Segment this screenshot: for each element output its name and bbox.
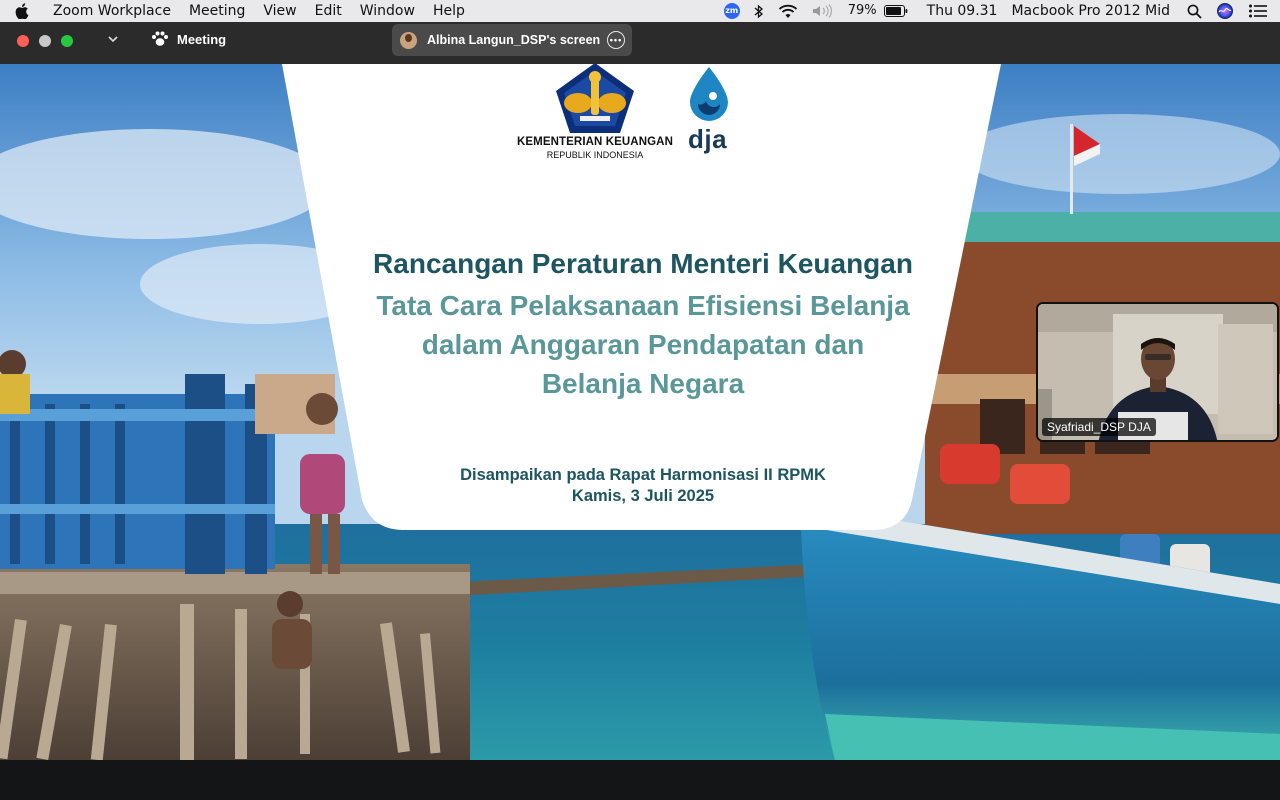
fullscreen-window-button[interactable] [61, 35, 73, 47]
menu-meeting[interactable]: Meeting [180, 0, 254, 22]
presented-at-text: Disampaikan pada Rapat Harmonisasi II RP… [460, 466, 826, 484]
close-window-button[interactable] [17, 35, 29, 47]
zoom-badge: zm [723, 3, 740, 19]
menu-window[interactable]: Window [351, 0, 424, 22]
menu-view[interactable]: View [254, 0, 305, 22]
apple-icon[interactable] [0, 3, 44, 19]
siri-icon[interactable] [1209, 2, 1241, 20]
bluetooth-icon[interactable] [747, 4, 771, 19]
logo-dja-text: dja [688, 124, 728, 154]
menu-edit[interactable]: Edit [306, 0, 351, 22]
dja-logo-drop-icon [690, 67, 728, 121]
zoom-status-icon[interactable]: zm [717, 3, 747, 19]
more-options-icon[interactable]: ••• [607, 31, 625, 49]
menu-clock[interactable]: Thu 09.31 [915, 0, 1005, 22]
spotlight-search-icon[interactable] [1177, 4, 1209, 19]
menu-help[interactable]: Help [424, 0, 474, 22]
volume-icon[interactable] [805, 4, 841, 18]
participant-name: Syafriadi_DSP DJA [1042, 418, 1156, 436]
slide-title-main: Rancangan Peraturan Menteri Keuangan [373, 248, 913, 279]
slide-title-sub: Tata Cara Pelaksanaan Efisiensi Belanja … [376, 290, 910, 399]
share-label: Albina Langun_DSP's screen [427, 33, 601, 47]
kemenkeu-logo-text: KEMENTERIAN KEUANGAN REPUBLIK INDONESIA [517, 136, 673, 160]
participant-video-thumbnail[interactable]: Syafriadi_DSP DJA [1036, 302, 1279, 442]
zoom-bottom-bar [0, 760, 1280, 800]
kemenkeu-logo [556, 64, 634, 133]
shared-screen-slide: KEMENTERIAN KEUANGAN REPUBLIK INDONESIA … [0, 64, 1280, 760]
device-name[interactable]: Macbook Pro 2012 Mid [1004, 0, 1177, 22]
logo-org-line2: REPUBLIK INDONESIA [546, 150, 644, 160]
minimize-window-button[interactable] [39, 35, 51, 47]
macos-menu-bar: Zoom Workplace Meeting View Edit Window … [0, 0, 1280, 22]
screen-share-indicator[interactable]: Albina Langun_DSP's screen ••• [392, 24, 632, 56]
chevron-down-icon[interactable] [106, 32, 120, 49]
meeting-button[interactable]: Meeting [151, 31, 226, 47]
avatar [400, 31, 417, 49]
logo-org-line1: KEMENTERIAN KEUANGAN [517, 136, 673, 148]
slide-subtitle: Disampaikan pada Rapat Harmonisasi II RP… [320, 465, 966, 507]
wifi-icon[interactable] [771, 4, 805, 19]
menu-app-name[interactable]: Zoom Workplace [44, 0, 180, 22]
battery-percent: 79% [847, 3, 877, 18]
presentation-date: Kamis, 3 Juli 2025 [571, 487, 715, 505]
zoom-title-bar: Meeting Albina Langun_DSP's screen ••• [0, 22, 1280, 64]
battery-icon[interactable] [883, 5, 915, 17]
paw-icon [152, 31, 168, 46]
meeting-label: Meeting [177, 31, 227, 47]
control-center-icon[interactable] [1241, 4, 1280, 18]
